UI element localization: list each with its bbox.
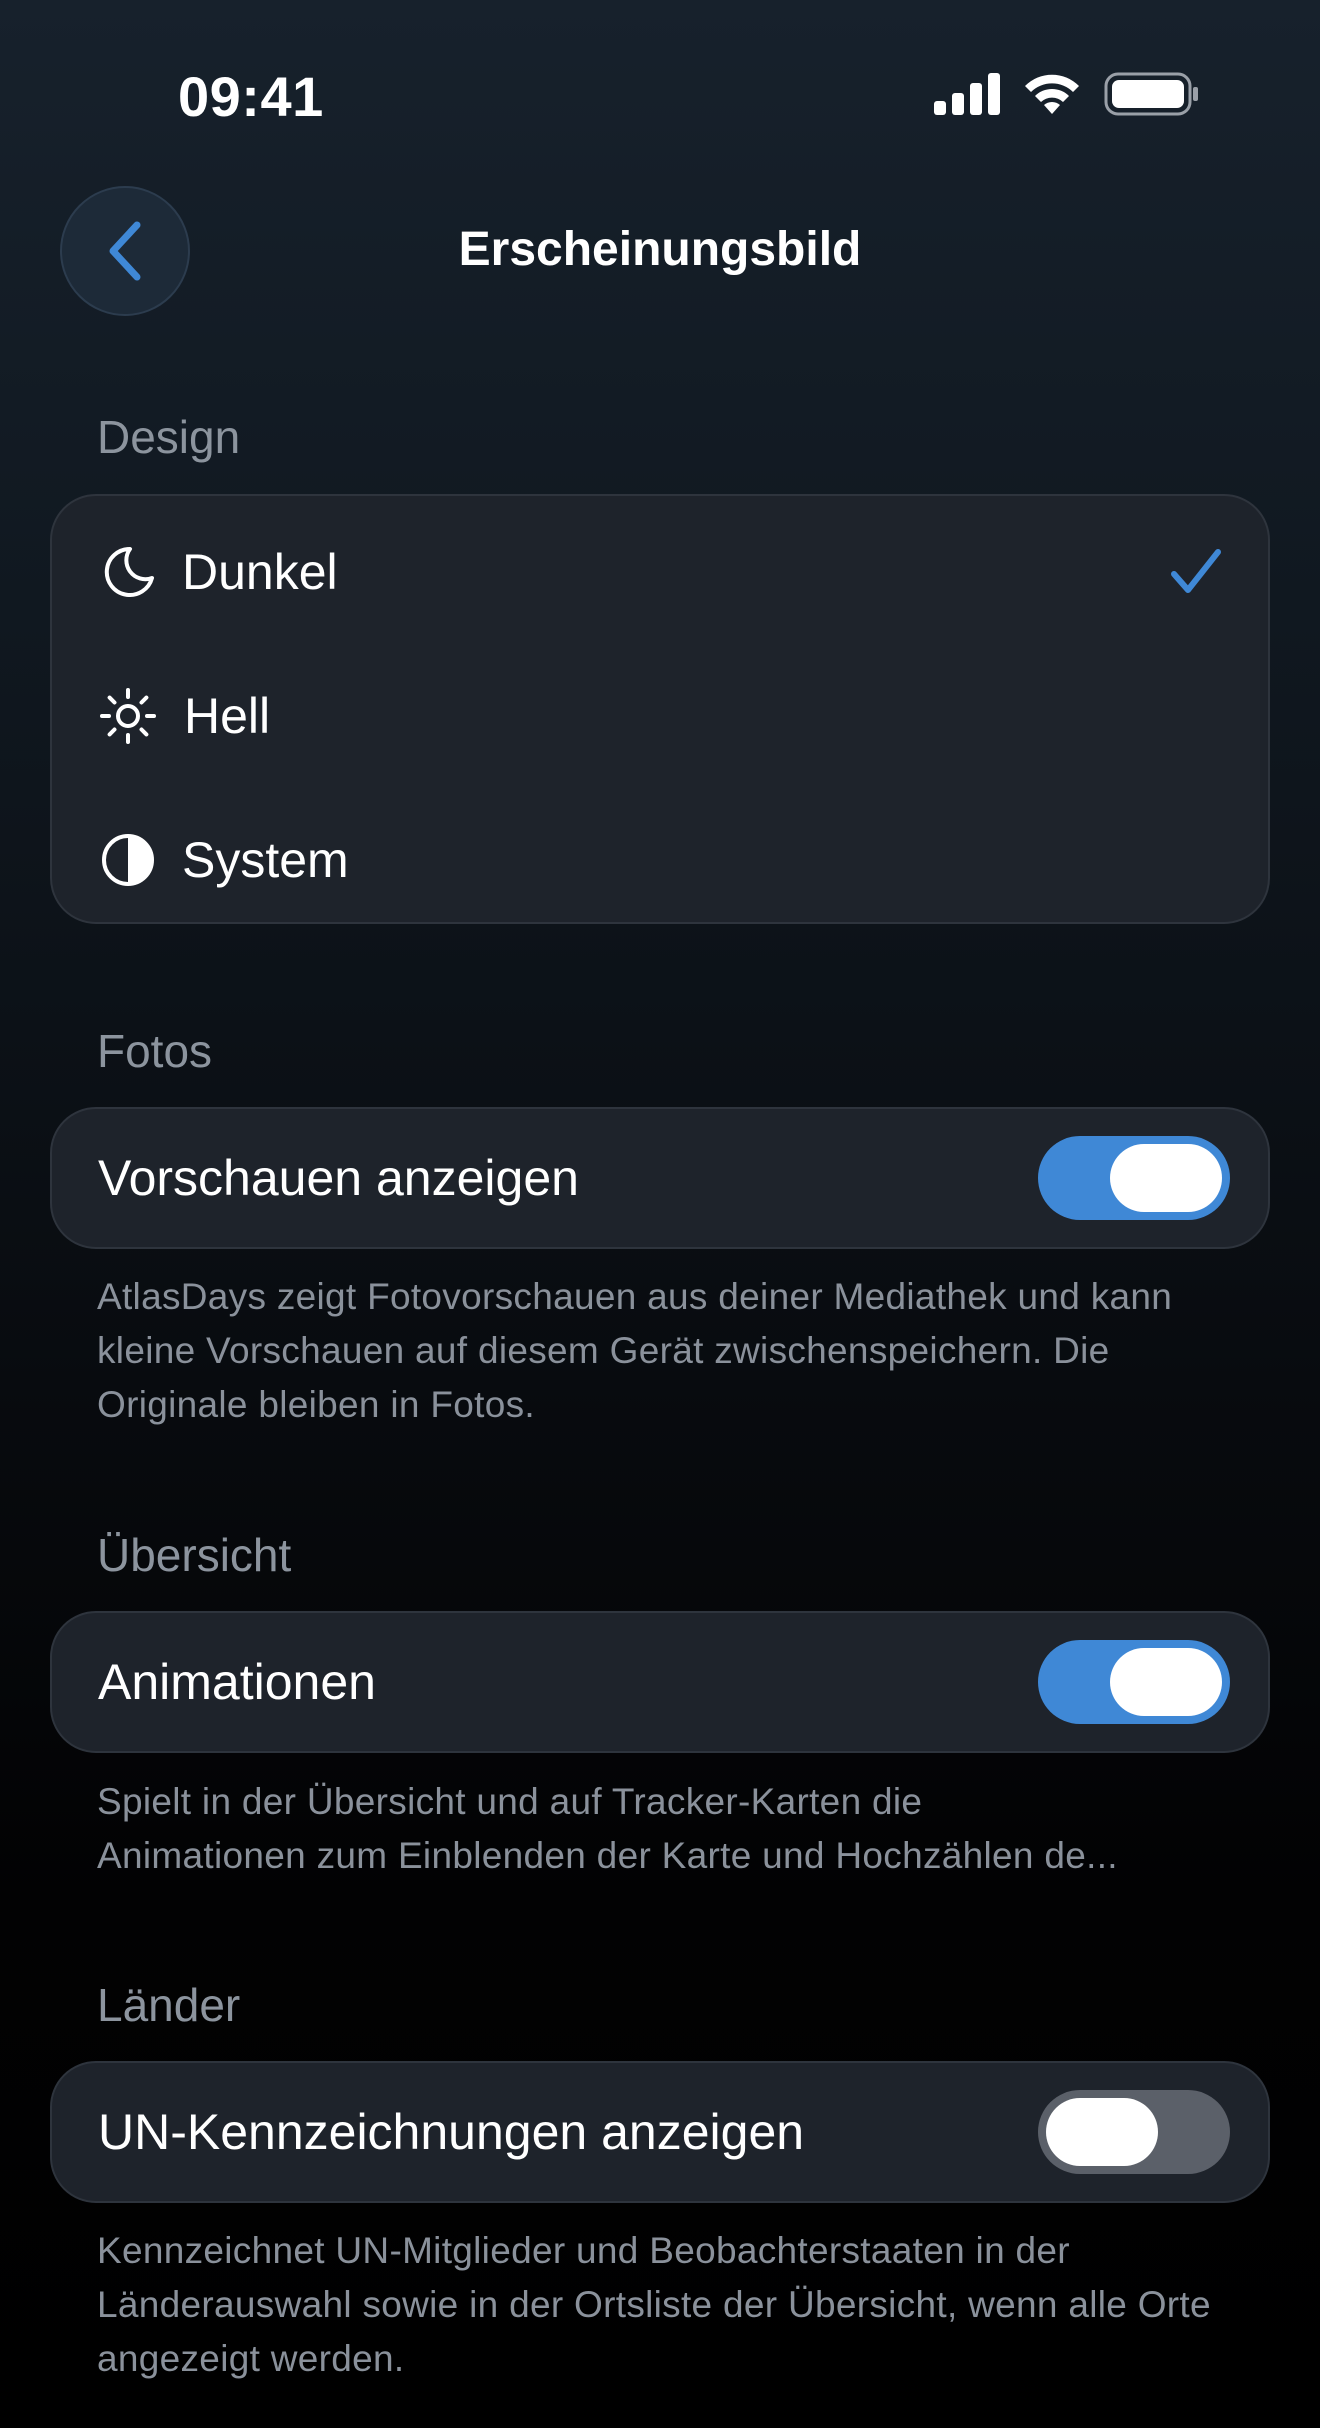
animationen-toggle[interactable] bbox=[1038, 1640, 1230, 1724]
moon-icon bbox=[98, 542, 158, 602]
toggle-label-animationen: Animationen bbox=[98, 1654, 376, 1710]
uebersicht-card: Animationen bbox=[50, 1611, 1270, 1753]
section-label-uebersicht: Übersicht bbox=[97, 1529, 292, 1581]
option-label: System bbox=[182, 832, 349, 888]
option-label: Hell bbox=[184, 688, 271, 744]
cellular-signal-icon bbox=[934, 73, 1000, 115]
status-bar: 09:41 bbox=[0, 0, 1320, 190]
option-system[interactable]: System bbox=[52, 788, 1268, 932]
fotos-footnote: AtlasDays zeigt Fotovorschauen aus deine… bbox=[97, 1276, 1173, 1425]
toggle-label-un-kennzeichnungen: UN-Kennzeichnungen anzeigen bbox=[98, 2104, 805, 2160]
wifi-icon bbox=[1025, 74, 1079, 114]
toggle-knob bbox=[1110, 1648, 1222, 1716]
option-dunkel[interactable]: Dunkel bbox=[52, 500, 1268, 644]
battery-icon bbox=[1104, 72, 1198, 116]
toggle-knob bbox=[1110, 1144, 1222, 1212]
laender-card: UN-Kennzeichnungen anzeigen bbox=[50, 2061, 1270, 2203]
un-kennzeichnungen-toggle[interactable] bbox=[1038, 2090, 1230, 2174]
status-time: 09:41 bbox=[178, 65, 324, 128]
toggle-label-vorschauen: Vorschauen anzeigen bbox=[98, 1150, 579, 1206]
section-label-design: Design bbox=[97, 411, 241, 463]
design-options-card: Dunkel Hell System bbox=[50, 494, 1270, 924]
toggle-knob bbox=[1046, 2098, 1158, 2166]
nav-bar: Erscheinungsbild bbox=[0, 180, 1320, 320]
page-title: Erscheinungsbild bbox=[458, 223, 862, 276]
checkmark-icon bbox=[1171, 549, 1221, 593]
fotos-card: Vorschauen anzeigen bbox=[50, 1107, 1270, 1249]
section-label-laender: Länder bbox=[97, 1979, 241, 2031]
half-circle-icon bbox=[98, 830, 158, 890]
uebersicht-footnote: Spielt in der Übersicht und auf Tracker-… bbox=[97, 1775, 1247, 1883]
status-icons bbox=[934, 72, 1200, 116]
uebersicht-footnote-line-2: Animationen zum Einblenden der Karte und… bbox=[97, 1835, 1118, 1876]
option-label: Dunkel bbox=[182, 544, 338, 600]
uebersicht-footnote-line-1: Spielt in der Übersicht und auf Tracker-… bbox=[97, 1781, 923, 1822]
option-hell[interactable]: Hell bbox=[52, 644, 1268, 788]
section-label-fotos: Fotos bbox=[97, 1025, 213, 1077]
sun-icon bbox=[98, 686, 158, 746]
laender-footnote: Kennzeichnet UN-Mitglieder und Beobachte… bbox=[97, 2230, 1211, 2379]
vorschauen-toggle[interactable] bbox=[1038, 1136, 1230, 1220]
